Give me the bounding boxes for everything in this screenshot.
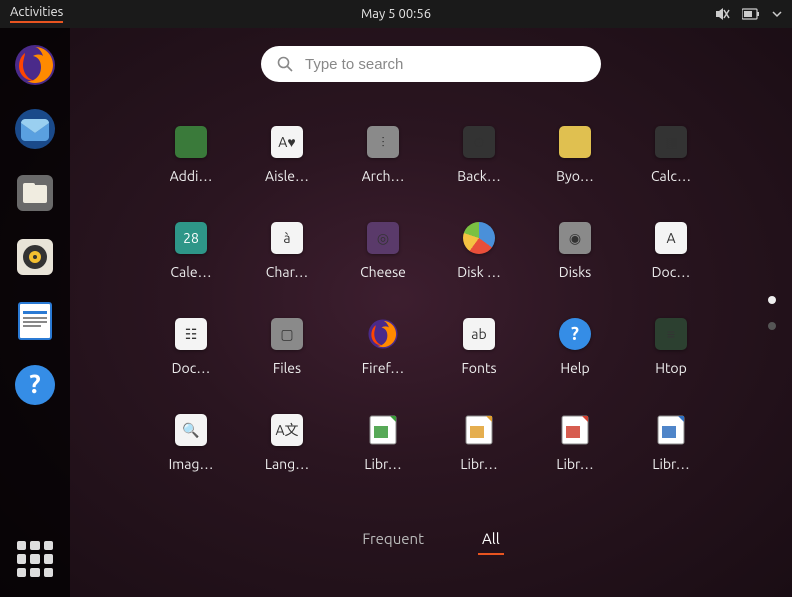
app-fonts[interactable]: ab Fonts <box>431 314 527 410</box>
top-bar: Activities May 5 00:56 <box>0 0 792 28</box>
htop-icon: ≡ <box>655 318 687 350</box>
app-label: Files <box>273 360 301 376</box>
disk-usage-icon <box>463 222 495 254</box>
libreoffice-draw-icon <box>463 414 495 446</box>
app-label: Doc… <box>652 264 691 280</box>
page-dot-1[interactable] <box>768 296 776 304</box>
app-label: Htop <box>655 360 687 376</box>
cheese-icon: ◎ <box>367 222 399 254</box>
tab-frequent[interactable]: Frequent <box>358 524 428 555</box>
app-label: Libr… <box>556 456 593 472</box>
document-viewer-icon: ☷ <box>175 318 207 350</box>
battery-icon <box>742 8 760 20</box>
app-help[interactable]: ? Help <box>527 314 623 410</box>
app-label: Disks <box>559 264 592 280</box>
calendar-icon: 28 <box>175 222 207 254</box>
app-files[interactable]: ▢ Files <box>239 314 335 410</box>
dock-firefox[interactable] <box>10 40 60 90</box>
app-calculator[interactable]: ▦ Calc… <box>623 122 719 218</box>
app-htop[interactable]: ≡ Htop <box>623 314 719 410</box>
app-label: Firef… <box>362 360 404 376</box>
fonts-icon: ab <box>463 318 495 350</box>
app-libreoffice-impress[interactable]: Libr… <box>527 410 623 506</box>
page-dot-2[interactable] <box>768 322 776 330</box>
dock-libreoffice-writer[interactable] <box>10 296 60 346</box>
firefox-icon <box>367 318 399 350</box>
app-label: Byo… <box>556 168 594 184</box>
search-input[interactable] <box>305 56 585 73</box>
app-label: Aisle… <box>265 168 309 184</box>
aisleriot-icon: A♥ <box>271 126 303 158</box>
language-support-icon: A文 <box>271 414 303 446</box>
app-label: Addi… <box>170 168 213 184</box>
view-tabs: Frequent All <box>358 524 503 555</box>
app-disks[interactable]: ◉ Disks <box>527 218 623 314</box>
app-document-scanner[interactable]: A Doc… <box>623 218 719 314</box>
app-backups[interactable]: ⏱ Back… <box>431 122 527 218</box>
dock-help[interactable]: ? <box>10 360 60 410</box>
svg-text:?: ? <box>29 369 40 398</box>
app-label: Disk … <box>457 264 501 280</box>
chevron-down-icon <box>772 9 782 19</box>
app-cheese[interactable]: ◎ Cheese <box>335 218 431 314</box>
dock-rhythmbox[interactable] <box>10 232 60 282</box>
page-indicator[interactable] <box>768 296 776 330</box>
dock-thunderbird[interactable] <box>10 104 60 154</box>
show-applications-button[interactable] <box>11 535 59 583</box>
app-libreoffice-calc[interactable]: Libr… <box>335 410 431 506</box>
app-label: Libr… <box>364 456 401 472</box>
app-label: Imag… <box>169 456 214 472</box>
app-label: Calc… <box>651 168 691 184</box>
backups-icon: ⏱ <box>463 126 495 158</box>
app-calendar[interactable]: 28 Cale… <box>143 218 239 314</box>
dock: ? <box>0 28 70 597</box>
search-bar[interactable] <box>261 46 601 82</box>
files-icon: ▢ <box>271 318 303 350</box>
applications-overview: Addi… A♥ Aisle… ⫶ Arch… ⏱ Back… Byo… ▦ Calc… 28 Cal… <box>70 28 792 597</box>
app-label: Lang… <box>265 456 309 472</box>
app-characters[interactable]: à Char… <box>239 218 335 314</box>
app-label: Char… <box>266 264 308 280</box>
app-label: Arch… <box>362 168 405 184</box>
dock-files[interactable] <box>10 168 60 218</box>
app-additional-drivers[interactable]: Addi… <box>143 122 239 218</box>
volume-muted-icon <box>714 6 730 22</box>
app-byobu[interactable]: Byo… <box>527 122 623 218</box>
additional-drivers-icon <box>175 126 207 158</box>
characters-icon: à <box>271 222 303 254</box>
app-label: Help <box>560 360 589 376</box>
app-aisleriot[interactable]: A♥ Aisle… <box>239 122 335 218</box>
disks-icon: ◉ <box>559 222 591 254</box>
app-label: Libr… <box>652 456 689 472</box>
tab-all[interactable]: All <box>478 524 504 555</box>
archive-manager-icon: ⫶ <box>367 126 399 158</box>
app-libreoffice-math[interactable]: Libr… <box>623 410 719 506</box>
libreoffice-calc-icon <box>367 414 399 446</box>
document-scanner-icon: A <box>655 222 687 254</box>
app-label: Cheese <box>360 264 406 280</box>
system-menu[interactable] <box>714 6 782 22</box>
libreoffice-impress-icon <box>559 414 591 446</box>
activities-button[interactable]: Activities <box>10 5 63 23</box>
app-image-viewer[interactable]: 🔍 Imag… <box>143 410 239 506</box>
app-disk-usage[interactable]: Disk … <box>431 218 527 314</box>
clock[interactable]: May 5 00:56 <box>361 7 431 21</box>
search-icon <box>277 56 293 72</box>
help-icon: ? <box>559 318 591 350</box>
app-libreoffice-draw[interactable]: Libr… <box>431 410 527 506</box>
byobu-icon <box>559 126 591 158</box>
app-label: Libr… <box>460 456 497 472</box>
libreoffice-math-icon <box>655 414 687 446</box>
app-label: Cale… <box>170 264 211 280</box>
app-archive-manager[interactable]: ⫶ Arch… <box>335 122 431 218</box>
calculator-icon: ▦ <box>655 126 687 158</box>
image-viewer-icon: 🔍 <box>175 414 207 446</box>
app-document-viewer[interactable]: ☷ Doc… <box>143 314 239 410</box>
app-label: Back… <box>457 168 501 184</box>
app-label: Fonts <box>461 360 496 376</box>
app-grid: Addi… A♥ Aisle… ⫶ Arch… ⏱ Back… Byo… ▦ Calc… 28 Cal… <box>143 122 719 506</box>
app-language-support[interactable]: A文 Lang… <box>239 410 335 506</box>
app-firefox[interactable]: Firef… <box>335 314 431 410</box>
app-label: Doc… <box>172 360 211 376</box>
